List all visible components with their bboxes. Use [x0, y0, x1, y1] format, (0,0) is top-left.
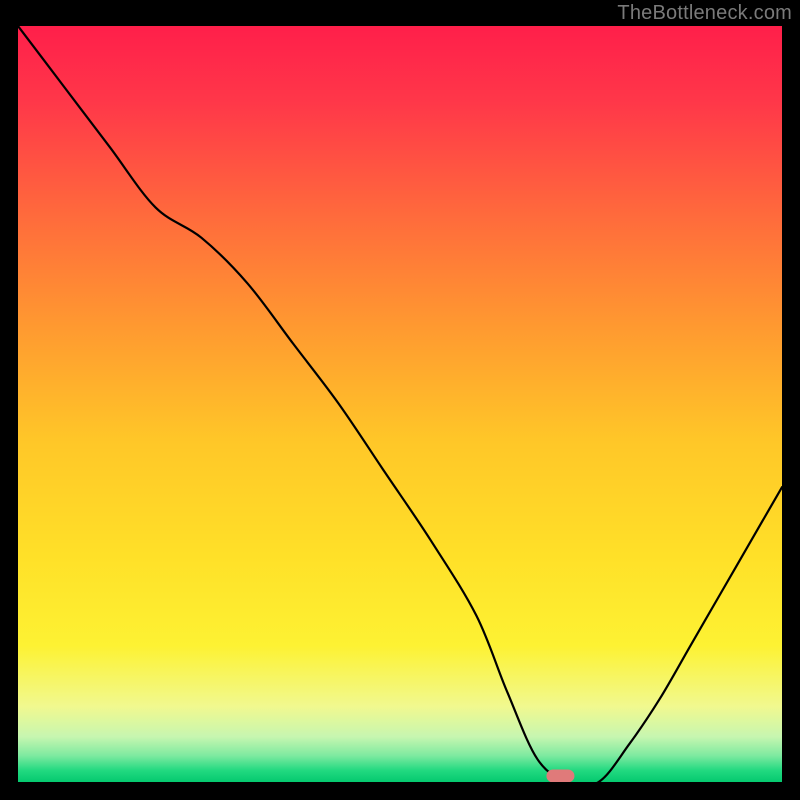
watermark-text: TheBottleneck.com	[617, 2, 792, 25]
bottleneck-chart-svg	[18, 26, 782, 782]
optimal-marker	[546, 769, 574, 782]
gradient-background	[18, 26, 782, 782]
plot-area	[18, 26, 782, 782]
chart-frame: TheBottleneck.com	[0, 0, 800, 800]
